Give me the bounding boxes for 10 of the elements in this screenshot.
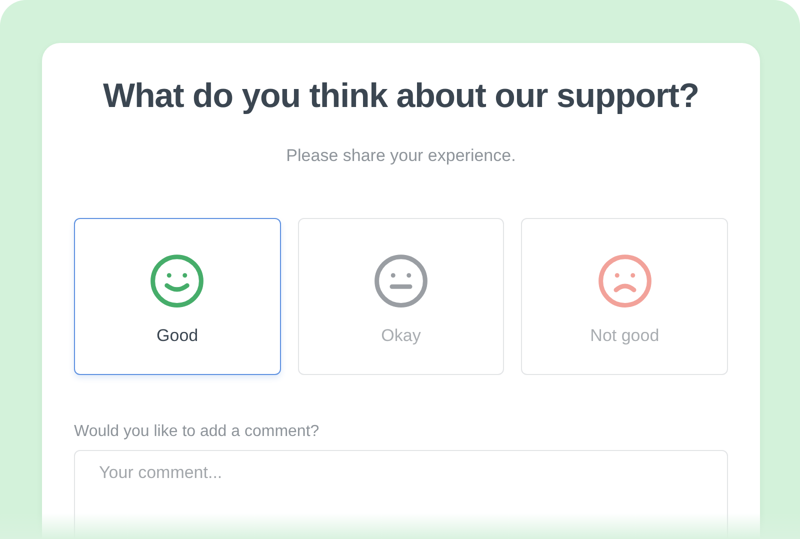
- sad-face-icon: [598, 254, 652, 308]
- neutral-face-icon: [374, 254, 428, 308]
- comment-label: Would you like to add a comment?: [74, 423, 320, 441]
- survey-title: What do you think about our support?: [103, 77, 699, 116]
- smiley-face-icon: [150, 254, 204, 308]
- rating-option[interactable]: Good: [74, 218, 281, 375]
- rating-option[interactable]: Not good: [521, 218, 728, 375]
- survey-subtitle: Please share your experience.: [286, 146, 516, 166]
- rating-option[interactable]: Okay: [298, 218, 504, 375]
- comment-field[interactable]: Your comment...: [74, 450, 728, 539]
